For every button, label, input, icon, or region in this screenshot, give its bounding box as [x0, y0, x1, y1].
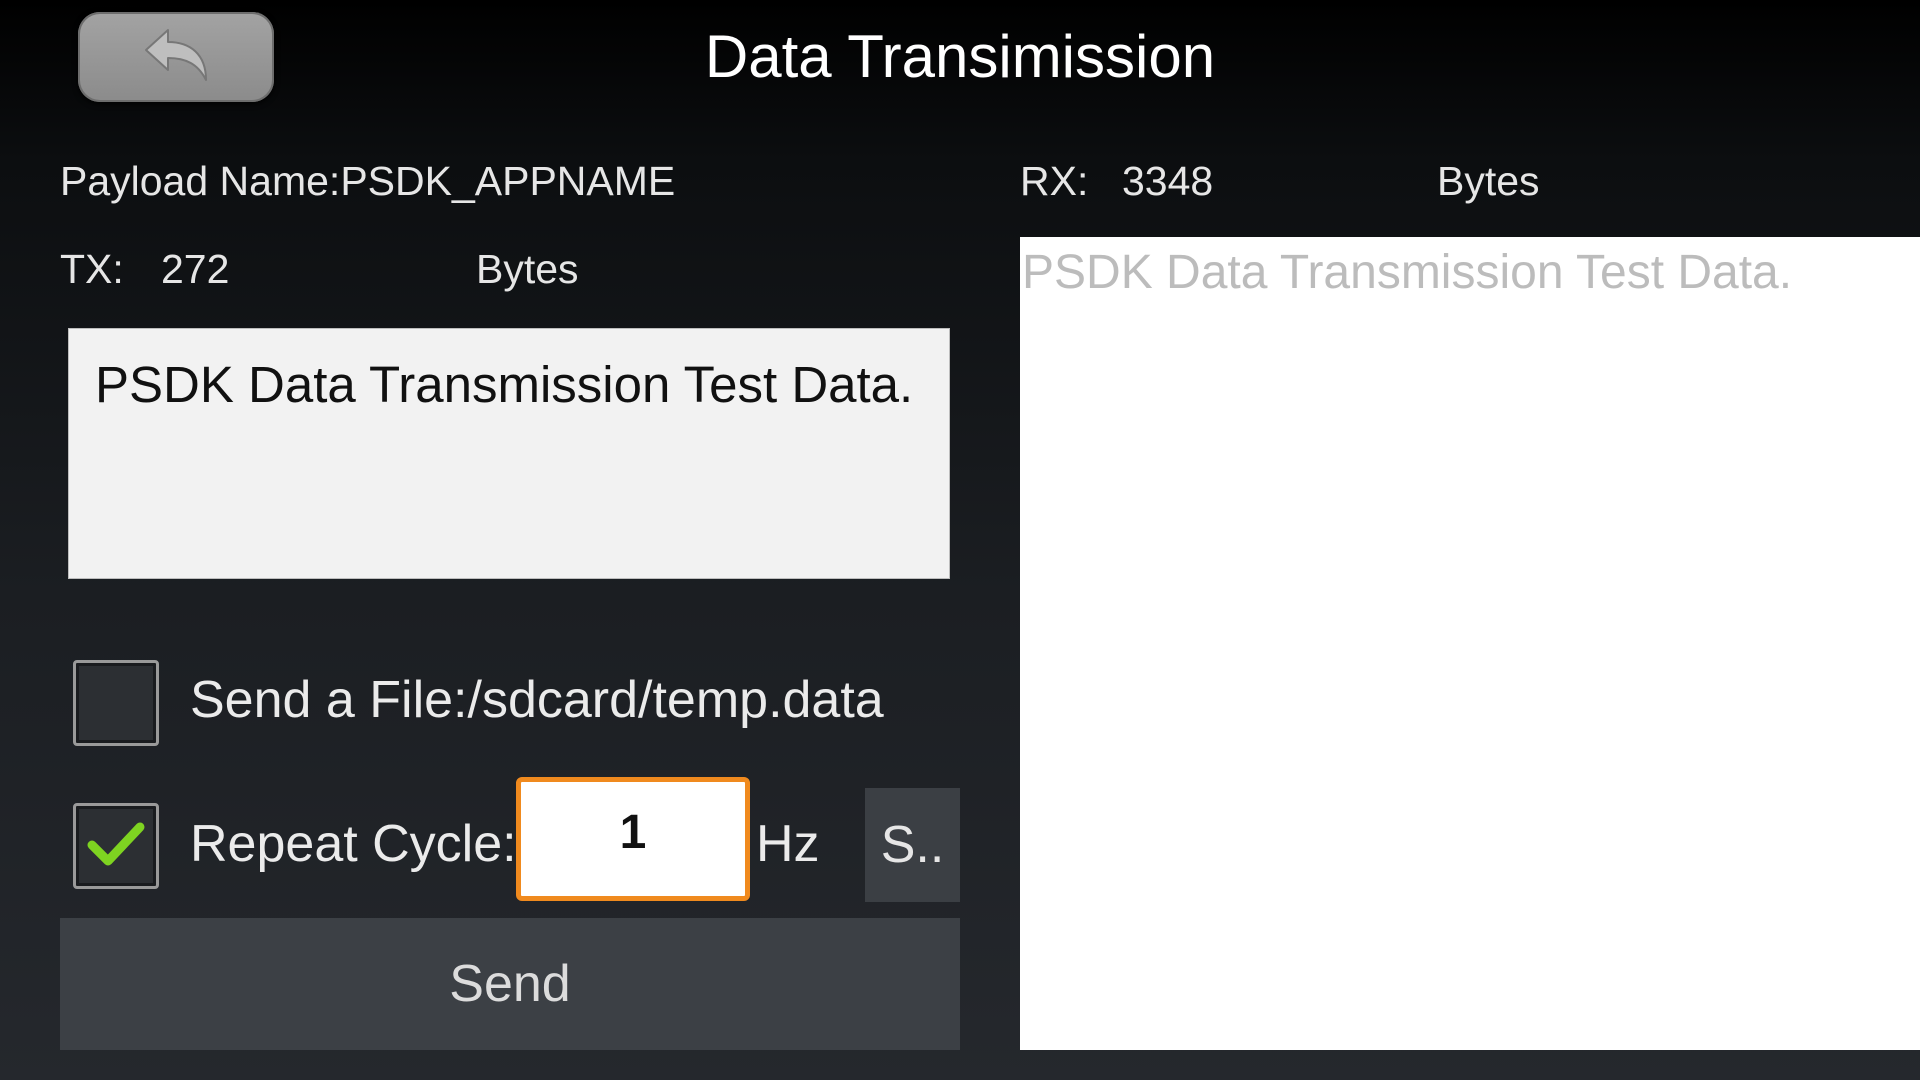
rx-data-display: PSDK Data Transmission Test Data. [1020, 237, 1920, 1050]
checkmark-icon [86, 819, 146, 874]
repeat-frequency-input[interactable] [516, 777, 750, 901]
send-button[interactable]: Send [60, 918, 960, 1050]
rx-label: RX: [1020, 158, 1089, 204]
tx-data-textarea[interactable]: PSDK Data Transmission Test Data. [68, 328, 950, 579]
rx-bytes-value: 3348 [1122, 158, 1214, 204]
send-file-label: Send a File:/sdcard/temp.data [190, 671, 884, 729]
repeat-cycle-label: Repeat Cycle: [190, 815, 517, 873]
tx-label: TX: [60, 246, 124, 292]
tx-bytes-unit: Bytes [476, 246, 579, 292]
repeat-start-button[interactable]: S.. [865, 788, 960, 902]
payload-name-label: Payload Name:PSDK_APPNAME [60, 158, 676, 204]
rx-bytes-unit: Bytes [1437, 158, 1540, 204]
tx-bytes-value: 272 [161, 246, 230, 292]
page-title: Data Transimission [704, 23, 1216, 90]
send-file-checkbox[interactable] [73, 660, 159, 746]
frequency-unit: Hz [756, 815, 820, 873]
repeat-cycle-checkbox[interactable] [73, 803, 159, 889]
